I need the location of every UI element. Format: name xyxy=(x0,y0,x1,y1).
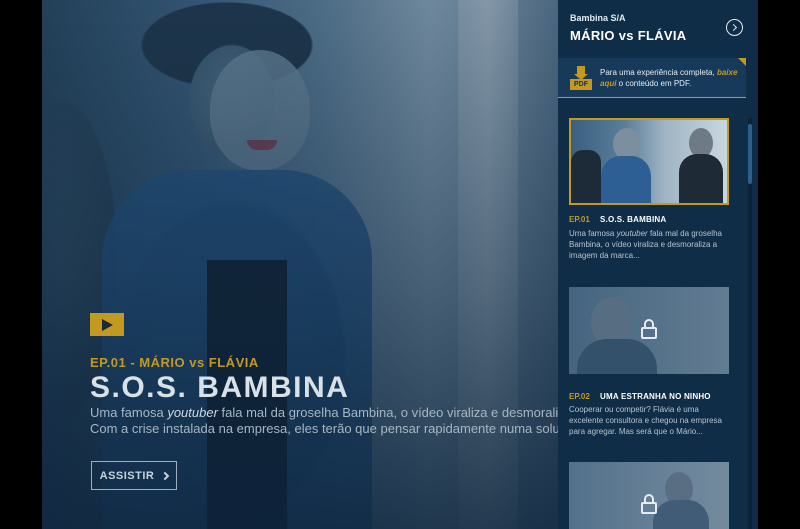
play-button[interactable] xyxy=(90,313,124,336)
pdf-download-icon: PDF xyxy=(570,66,592,92)
chevron-right-icon xyxy=(161,471,170,480)
sidebar-header: Bambina S/A MÁRIO vs FLÁVIA xyxy=(558,0,758,52)
episode-description: Cooperar ou competir? Flávia é uma excel… xyxy=(569,405,722,436)
series-title: MÁRIO vs FLÁVIA xyxy=(570,28,687,43)
episode-list: EP.01 S.O.S. BAMBINA Uma famosa youtuber… xyxy=(558,118,746,529)
episode-thumbnail[interactable] xyxy=(569,118,729,205)
pdf-banner-text: Para uma experiência completa, baixe aqu… xyxy=(600,68,738,88)
episode-label: EP.01 - MÁRIO vs FLÁVIA xyxy=(90,355,259,370)
lock-icon xyxy=(641,319,657,339)
play-icon xyxy=(101,318,113,331)
episode-number: EP.01 xyxy=(569,215,590,224)
lock-icon xyxy=(641,494,657,514)
pdf-download-banner[interactable]: PDF Para uma experiência completa, baixe… xyxy=(558,58,746,98)
episode-card-3[interactable] xyxy=(569,462,729,529)
episode-thumbnail[interactable] xyxy=(569,287,729,374)
brand-name: Bambina S/A xyxy=(570,13,626,23)
episode-sidebar: Bambina S/A MÁRIO vs FLÁVIA PDF Para uma… xyxy=(558,0,758,529)
episode-description: Uma famosa youtuber fala mal da groselha… xyxy=(90,405,558,436)
episode-title: S.O.S. BAMBINA xyxy=(90,371,350,404)
episode-description: Uma famosa youtuber fala mal da groselha… xyxy=(569,229,722,260)
next-button[interactable] xyxy=(726,19,743,36)
video-stage: EP.01 - MÁRIO vs FLÁVIA S.O.S. BAMBINA U… xyxy=(42,0,758,529)
episode-name: UMA ESTRANHA NO NINHO xyxy=(600,392,711,401)
episode-thumbnail[interactable] xyxy=(569,462,729,529)
hero-background-image: EP.01 - MÁRIO vs FLÁVIA S.O.S. BAMBINA U… xyxy=(42,0,558,529)
watch-button[interactable]: ASSISTIR xyxy=(91,461,177,490)
episode-name: S.O.S. BAMBINA xyxy=(600,215,667,224)
chevron-right-circle-icon xyxy=(729,23,738,32)
episode-card-1[interactable]: EP.01 S.O.S. BAMBINA Uma famosa youtuber… xyxy=(569,118,729,268)
episode-card-2[interactable]: EP.02 UMA ESTRANHA NO NINHO Cooperar ou … xyxy=(569,287,729,437)
scrollbar-thumb[interactable] xyxy=(748,124,752,184)
episode-number: EP.02 xyxy=(569,392,590,401)
